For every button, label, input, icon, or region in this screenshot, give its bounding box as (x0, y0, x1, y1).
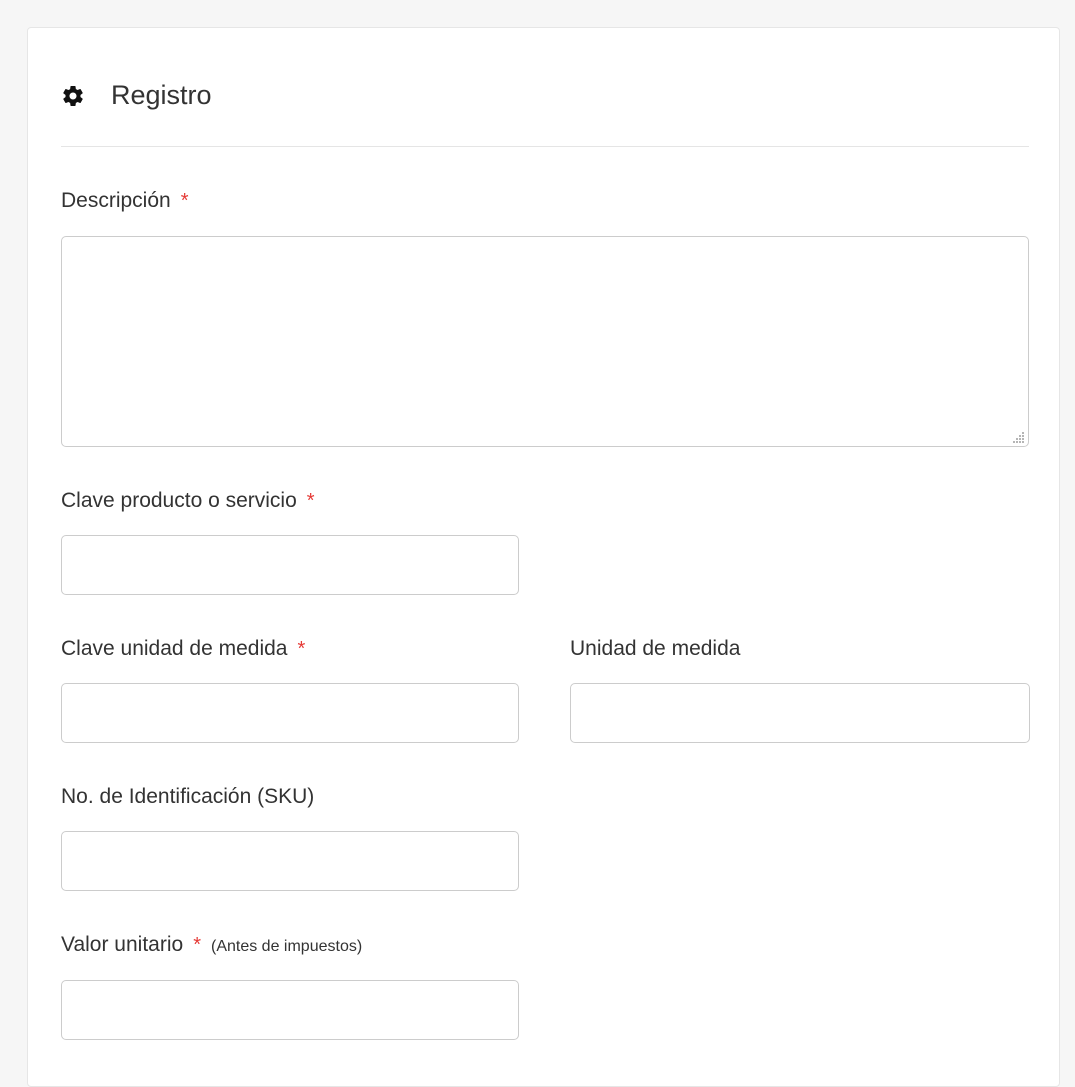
required-mark: * (180, 190, 189, 212)
required-mark: * (306, 490, 315, 512)
unidad-medida-input[interactable] (570, 683, 1030, 743)
sku-input[interactable] (61, 831, 519, 891)
clave-unidad-label-text: Clave unidad de medida (61, 637, 288, 660)
descripcion-wrapper (61, 236, 1029, 447)
registration-card: Registro Descripción * Clave producto o s… (27, 27, 1060, 1087)
valor-unitario-label-text: Valor unitario (61, 933, 184, 956)
clave-producto-input[interactable] (61, 535, 519, 595)
card-header: Registro (61, 80, 212, 111)
required-mark: * (193, 934, 201, 956)
header-divider (61, 146, 1029, 147)
gear-icon (63, 85, 83, 106)
clave-unidad-label: Clave unidad de medida * (61, 637, 305, 661)
clave-producto-label-text: Clave producto o servicio (61, 489, 297, 512)
required-mark: * (297, 638, 306, 660)
sku-label-text: No. de Identificación (SKU) (61, 785, 315, 808)
valor-unitario-hint: (Antes de impuestos) (210, 938, 363, 955)
sku-label: No. de Identificación (SKU) (61, 785, 314, 809)
valor-unitario-label: Valor unitario * (Antes de impuestos) (61, 933, 362, 957)
clave-unidad-input[interactable] (61, 683, 519, 743)
page-title: Registro (111, 80, 212, 110)
resize-grip-icon[interactable] (1013, 431, 1025, 443)
valor-unitario-input[interactable] (61, 980, 519, 1040)
unidad-medida-label-text: Unidad de medida (570, 637, 741, 660)
clave-producto-label: Clave producto o servicio * (61, 489, 315, 513)
unidad-medida-label: Unidad de medida (570, 637, 740, 661)
descripcion-label-text: Descripción (61, 189, 171, 212)
descripcion-label: Descripción * (61, 189, 189, 213)
descripcion-textarea[interactable] (61, 236, 1029, 447)
